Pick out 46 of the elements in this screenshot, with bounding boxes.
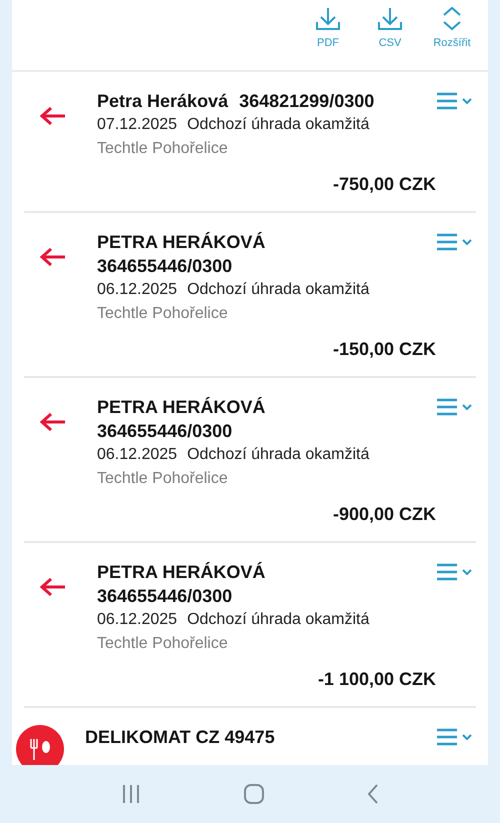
chevron-down-icon <box>462 734 472 740</box>
payee-name: Petra Heráková <box>97 90 228 113</box>
account-number: 364655446/0300 <box>97 255 232 278</box>
transaction-date: 06.12.2025 <box>97 445 178 465</box>
menu-icon <box>436 92 458 110</box>
transaction-type: Odchozí úhrada okamžitá <box>187 115 370 135</box>
download-icon <box>314 6 342 31</box>
menu-icon <box>436 563 458 581</box>
arrow-left-icon <box>40 107 66 125</box>
back-icon[interactable] <box>366 783 380 805</box>
transaction-amount: -1 100,00 CZK <box>316 668 436 691</box>
transaction-date: 07.12.2025 <box>97 115 178 135</box>
payee-name: PETRA HERÁKOVÁ <box>97 396 266 419</box>
chevron-down-icon <box>462 568 472 576</box>
transaction-amount: -900,00 CZK <box>332 503 436 526</box>
transaction-type: Odchozí úhrada okamžitá <box>187 280 370 300</box>
chevron-down-icon <box>462 238 472 246</box>
arrow-left-icon <box>40 413 66 431</box>
transaction-note: Techtle Pohořelice <box>97 304 229 324</box>
arrow-left-icon <box>40 578 66 596</box>
payee-name: PETRA HERÁKOVÁ <box>97 231 266 254</box>
download-icon <box>376 6 404 31</box>
chevron-down-icon <box>462 98 472 104</box>
transaction-amount: -150,00 CZK <box>332 338 436 361</box>
download-button[interactable]: CSV <box>366 6 414 70</box>
menu-icon <box>436 398 458 416</box>
account-number: 364655446/0300 <box>97 585 232 608</box>
transaction-note: Techtle Pohořelice <box>97 634 229 654</box>
account-number: 364655446/0300 <box>97 420 232 443</box>
menu-icon <box>436 728 458 746</box>
payee-name: DELIKOMAT CZ 49475 <box>85 726 275 749</box>
chevron-down-icon <box>462 404 472 410</box>
transaction-type: Odchozí úhrada okamžitá <box>187 610 370 630</box>
arrow-left-icon <box>40 248 66 266</box>
transaction-amount: -750,00 CZK <box>332 173 436 196</box>
transaction-date: 06.12.2025 <box>97 280 178 300</box>
transaction-date: 06.12.2025 <box>97 610 178 630</box>
transaction-note: Techtle Pohořelice <box>97 469 229 489</box>
payee-name: PETRA HERÁKOVÁ <box>97 561 266 584</box>
transaction-note: Techtle Pohořelice <box>97 139 229 159</box>
menu-icon <box>436 233 458 251</box>
home-icon[interactable] <box>242 783 265 805</box>
account-number: 364821299/0300 <box>239 90 374 113</box>
download-button[interactable]: PDF <box>304 6 352 70</box>
transaction-type: Odchozí úhrada okamžitá <box>187 445 370 465</box>
expand-button[interactable]: Rozšířit <box>428 6 476 70</box>
